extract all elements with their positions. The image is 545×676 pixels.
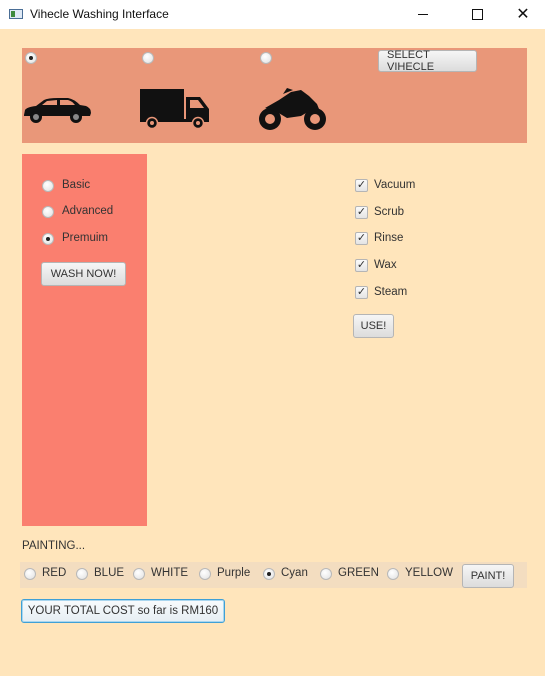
vehicle-radio-motorcycle[interactable] — [260, 52, 272, 64]
service-label-wax: Wax — [374, 259, 397, 271]
truck-icon — [140, 89, 209, 129]
minimize-button[interactable] — [400, 0, 446, 29]
paint-label-blue: BLUE — [94, 567, 125, 579]
paint-button[interactable]: PAINT! — [462, 564, 514, 588]
use-button[interactable]: USE! — [353, 314, 394, 338]
paint-label-yellow: YELLOW — [405, 567, 453, 579]
select-vehicle-button[interactable]: SELECT VIHECLE — [378, 49, 477, 73]
window-title: Vihecle Washing Interface — [30, 7, 169, 21]
paint-color-row: RED BLUE WHITE Purple Cyan GREEN YELLOW … — [20, 562, 527, 588]
minimize-icon — [418, 14, 428, 15]
paint-radio-white[interactable] — [133, 568, 145, 580]
paint-radio-green[interactable] — [320, 568, 332, 580]
check-icon: ✓ — [356, 206, 367, 218]
paint-radio-red[interactable] — [24, 568, 36, 580]
close-button[interactable]: ✕ — [500, 0, 545, 29]
paint-radio-blue[interactable] — [76, 568, 88, 580]
title-bar: Vihecle Washing Interface ✕ — [0, 0, 545, 29]
package-radio-advanced[interactable] — [42, 206, 54, 218]
painting-heading: PAINTING... — [22, 540, 86, 552]
checkbox-scrub[interactable]: ✓ — [355, 206, 368, 219]
package-radio-premium[interactable] — [42, 233, 54, 245]
checkbox-wax[interactable]: ✓ — [355, 259, 368, 272]
package-label-basic: Basic — [62, 179, 91, 191]
service-label-rinse: Rinse — [374, 232, 404, 244]
maximize-icon — [471, 9, 483, 20]
package-label-premium: Premuim — [62, 232, 109, 244]
paint-radio-purple[interactable] — [199, 568, 211, 580]
paint-label-green: GREEN — [338, 567, 379, 579]
checkbox-steam[interactable]: ✓ — [355, 286, 368, 299]
close-icon: ✕ — [516, 5, 530, 23]
wash-package-panel: Basic Advanced Premuim WASH NOW! — [22, 154, 147, 526]
check-icon: ✓ — [356, 259, 367, 271]
paint-radio-yellow[interactable] — [387, 568, 399, 580]
paint-label-red: RED — [42, 567, 67, 579]
vehicle-radio-car[interactable] — [25, 52, 37, 64]
paint-label-white: WHITE — [151, 567, 189, 579]
paint-label-cyan: Cyan — [281, 567, 308, 579]
wash-now-button[interactable]: WASH NOW! — [41, 262, 126, 286]
service-label-scrub: Scrub — [374, 206, 405, 218]
checkbox-rinse[interactable]: ✓ — [355, 232, 368, 245]
car-icon — [24, 98, 91, 123]
check-icon: ✓ — [356, 286, 367, 298]
package-label-advanced: Advanced — [62, 205, 114, 217]
check-icon: ✓ — [356, 232, 367, 244]
check-icon: ✓ — [356, 179, 367, 191]
service-label-vacuum: Vacuum — [374, 179, 416, 191]
app-icon — [9, 9, 23, 19]
vehicle-radio-truck[interactable] — [142, 52, 154, 64]
maximize-button[interactable] — [454, 0, 500, 29]
package-radio-basic[interactable] — [42, 180, 54, 192]
service-label-steam: Steam — [374, 286, 408, 298]
vehicle-selection-bar: SELECT VIHECLE — [22, 48, 527, 143]
motorcycle-icon — [259, 88, 326, 130]
total-cost-button[interactable]: YOUR TOTAL COST so far is RM160 — [21, 599, 225, 623]
paint-radio-cyan[interactable] — [263, 568, 275, 580]
checkbox-vacuum[interactable]: ✓ — [355, 179, 368, 192]
paint-label-purple: Purple — [217, 567, 251, 579]
